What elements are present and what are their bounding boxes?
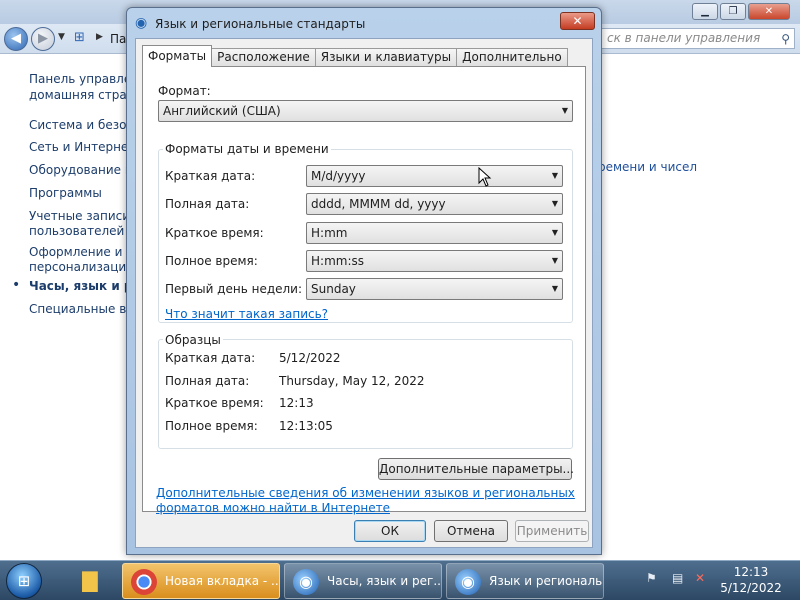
- sample-short-date-value: 5/12/2022: [279, 351, 341, 365]
- notation-help-link[interactable]: Что значит такая запись?: [165, 307, 328, 321]
- long-time-select[interactable]: H:mm:ss ▼: [306, 250, 563, 272]
- sidebar-item-accessibility[interactable]: Специальные воз: [29, 301, 140, 317]
- format-value: Английский (США): [163, 104, 281, 118]
- sidebar-item-appearance-line2[interactable]: персонализация: [29, 259, 133, 275]
- chevron-down-icon: ▼: [551, 199, 558, 208]
- history-dropdown-icon[interactable]: ▼: [58, 32, 65, 42]
- chrome-icon: [131, 569, 157, 595]
- search-placeholder: ск в панели управления: [607, 31, 761, 45]
- formats-panel: Формат: Английский (США) ▼ Форматы даты …: [142, 66, 586, 515]
- sample-long-time-label: Полное время:: [165, 419, 258, 433]
- maximize-button[interactable]: ❐: [720, 3, 746, 20]
- dialog-title: Язык и региональные стандарты: [155, 17, 366, 31]
- sidebar-item-programs[interactable]: Программы: [29, 185, 102, 201]
- sample-long-time-value: 12:13:05: [279, 419, 333, 433]
- chevron-down-icon: ▼: [551, 256, 558, 265]
- dialog-body: Форматы Расположение Языки и клавиатуры …: [135, 38, 593, 548]
- explorer-pinned-icon[interactable]: ▇: [66, 563, 114, 599]
- sample-long-date-value: Thursday, May 12, 2022: [279, 374, 425, 388]
- sample-short-time-value: 12:13: [279, 396, 314, 410]
- tray-network-icon[interactable]: ▤: [672, 571, 683, 585]
- clock-time: 12:13: [733, 565, 769, 579]
- first-day-label: Первый день недели:: [165, 282, 303, 296]
- tray-volume-muted-icon[interactable]: ✕: [695, 571, 705, 585]
- sample-long-date-label: Полная дата:: [165, 374, 250, 388]
- globe-icon: ◉: [293, 569, 319, 595]
- short-time-select[interactable]: H:mm ▼: [306, 222, 563, 244]
- short-date-value: M/d/yyyy: [311, 169, 366, 183]
- region-language-dialog: ◉ Язык и региональные стандарты ✕ Формат…: [126, 7, 602, 555]
- long-time-value: H:mm:ss: [311, 254, 364, 268]
- first-day-value: Sunday: [311, 282, 356, 296]
- sidebar-item-accounts-line2[interactable]: пользователей: [29, 223, 124, 239]
- sidebar-item-network[interactable]: Сеть и Интернет: [29, 139, 135, 155]
- control-panel-icon: ⊞: [74, 30, 85, 45]
- forward-button[interactable]: ▶: [31, 27, 55, 51]
- chevron-down-icon: ▼: [551, 284, 558, 293]
- taskbar-item-region-dialog[interactable]: ◉ Язык и региональ...: [446, 563, 604, 599]
- examples-title: Образцы: [163, 333, 223, 347]
- current-item-bullet-icon: •: [12, 277, 21, 293]
- date-time-link[interactable]: ремени и чисел: [598, 160, 697, 174]
- short-time-label: Краткое время:: [165, 226, 264, 240]
- apply-button[interactable]: Применить: [515, 520, 589, 542]
- window-controls: ▁ ❐ ✕: [692, 3, 790, 20]
- format-label: Формат:: [158, 84, 211, 98]
- long-date-label: Полная дата:: [165, 197, 250, 211]
- tab-keyboards[interactable]: Языки и клавиатуры: [314, 48, 458, 67]
- short-time-value: H:mm: [311, 226, 348, 240]
- chevron-down-icon: ▼: [551, 228, 558, 237]
- clock-date: 5/12/2022: [720, 581, 782, 595]
- minimize-button[interactable]: ▁: [692, 3, 718, 20]
- sidebar-item-appearance[interactable]: Оформление и: [29, 244, 122, 260]
- back-button[interactable]: ◀: [4, 27, 28, 51]
- tab-strip: Форматы Расположение Языки и клавиатуры …: [142, 45, 568, 67]
- format-select[interactable]: Английский (США) ▼: [158, 100, 573, 122]
- online-info-link-line2[interactable]: форматов можно найти в Интернете: [156, 501, 390, 515]
- tab-formats[interactable]: Форматы: [142, 45, 213, 67]
- globe-icon: ◉: [455, 569, 481, 595]
- long-date-value: dddd, MMMM dd, yyyy: [311, 197, 446, 211]
- sidebar-item-accounts[interactable]: Учетные записи: [29, 208, 130, 224]
- online-info-link-line1[interactable]: Дополнительные сведения об изменении язы…: [156, 486, 575, 500]
- ok-button[interactable]: ОК: [354, 520, 426, 542]
- chevron-down-icon: ▼: [561, 106, 568, 115]
- taskbar-item-chrome[interactable]: Новая вкладка - ...: [122, 563, 280, 599]
- tray-flag-icon[interactable]: ⚑: [646, 571, 657, 585]
- search-input[interactable]: ск в панели управления ⚲: [600, 28, 795, 49]
- chevron-down-icon: ▼: [551, 171, 558, 180]
- mouse-pointer-icon: [478, 167, 492, 187]
- datetime-formats-title: Форматы даты и времени: [163, 142, 331, 156]
- close-window-button[interactable]: ✕: [748, 3, 790, 20]
- system-clock[interactable]: 12:13 5/12/2022: [718, 564, 784, 596]
- search-icon[interactable]: ⚲: [781, 30, 790, 49]
- advanced-settings-button[interactable]: Дополнительные параметры...: [378, 458, 574, 480]
- tab-location[interactable]: Расположение: [211, 48, 316, 67]
- taskbar-item-label: Язык и региональ...: [489, 574, 604, 588]
- breadcrumb-chevron-icon[interactable]: ▶: [96, 32, 103, 42]
- sidebar-item-clock-region[interactable]: Часы, язык и ре: [29, 278, 141, 294]
- short-date-select[interactable]: M/d/yyyy ▼: [306, 165, 563, 187]
- cancel-button[interactable]: Отмена: [434, 520, 508, 542]
- dialog-close-button[interactable]: ✕: [560, 12, 595, 30]
- first-day-select[interactable]: Sunday ▼: [306, 278, 563, 300]
- taskbar-item-label: Новая вкладка - ...: [165, 574, 280, 588]
- globe-icon: ◉: [135, 15, 148, 31]
- long-time-label: Полное время:: [165, 254, 258, 268]
- sidebar-item-system[interactable]: Система и безопа: [29, 117, 142, 133]
- sample-short-date-label: Краткая дата:: [165, 351, 256, 365]
- short-date-label: Краткая дата:: [165, 169, 256, 183]
- taskbar: ⊞ ▇ Новая вкладка - ... ◉ Часы, язык и р…: [0, 560, 800, 600]
- sample-short-time-label: Краткое время:: [165, 396, 264, 410]
- taskbar-item-clock-region[interactable]: ◉ Часы, язык и рег...: [284, 563, 442, 599]
- sidebar-item-home[interactable]: Панель управлен: [29, 71, 139, 87]
- start-button[interactable]: ⊞: [6, 563, 42, 599]
- taskbar-item-label: Часы, язык и рег...: [327, 574, 442, 588]
- tab-administrative[interactable]: Дополнительно: [456, 48, 568, 67]
- long-date-select[interactable]: dddd, MMMM dd, yyyy ▼: [306, 193, 563, 215]
- breadcrumb[interactable]: Па: [110, 32, 126, 46]
